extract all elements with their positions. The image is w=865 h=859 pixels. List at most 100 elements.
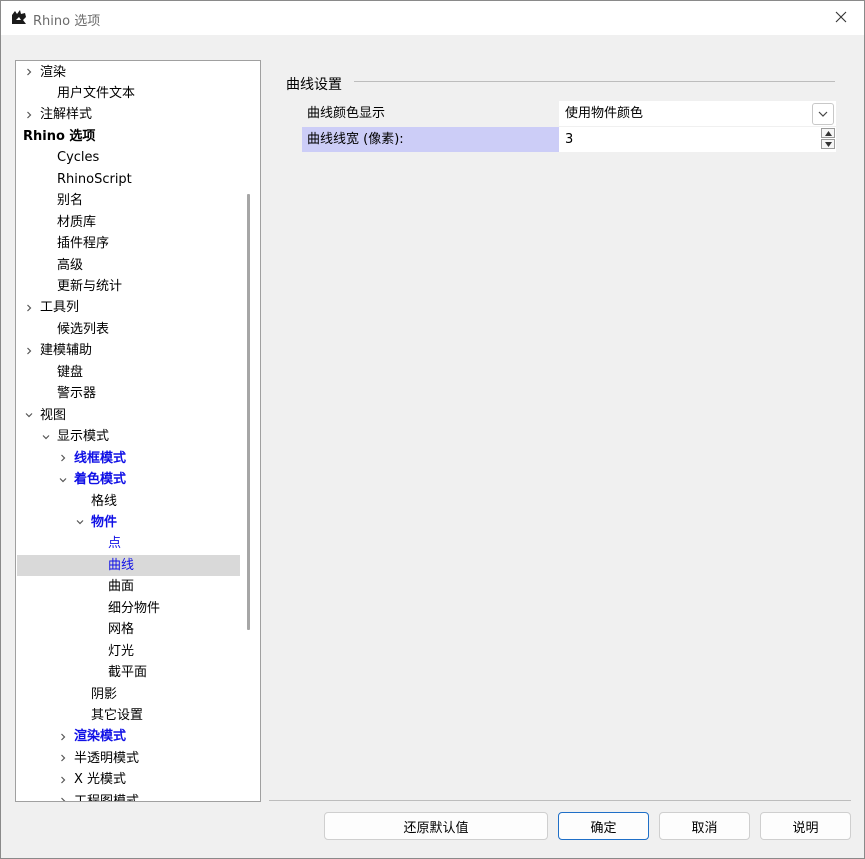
tree-item[interactable]: 视图 [17, 405, 240, 426]
tree-item-label: 材质库 [57, 214, 97, 230]
tree-item-label: 线框模式 [74, 450, 127, 466]
tree-item-label: 渲染 [40, 64, 67, 80]
chevron-right-icon[interactable] [57, 448, 69, 469]
tree-item-label: 注解样式 [40, 107, 93, 123]
tree-item[interactable]: 网格 [17, 619, 240, 640]
tree-item[interactable]: 半透明模式 [17, 748, 240, 769]
dropdown-button[interactable] [812, 103, 834, 125]
tree-item-label: 网格 [108, 622, 135, 638]
tree-item-label: 别名 [57, 193, 84, 209]
tree-item-label: RhinoScript [57, 171, 132, 187]
options-tree[interactable]: 渲染用户文件文本注解样式 Rhino 选项 Cycles RhinoScript 别名材… [15, 60, 261, 802]
triangle-down-icon [824, 141, 832, 147]
tree-item-label: 阴影 [91, 686, 118, 702]
tree-item[interactable]: 渲染 [17, 62, 240, 83]
tree-item[interactable]: 警示器 [17, 383, 240, 404]
spin-down-button[interactable] [821, 139, 835, 149]
tree-item-label: 格线 [91, 493, 118, 509]
tree-item-label: 其它设置 [91, 708, 144, 723]
tree-item-label: 曲面 [108, 579, 135, 595]
tree-item[interactable]: 别名 [17, 190, 240, 211]
tree-item-label: 截平面 [108, 665, 148, 681]
tree-item[interactable]: 其它设置 [17, 705, 240, 726]
tree-item-label: 工程图模式 [74, 793, 140, 802]
tree-item[interactable]: 曲线 [17, 554, 240, 576]
tree-item[interactable]: 候选列表 [17, 319, 240, 340]
tree-item[interactable]: 阴影 [17, 684, 240, 705]
help-button[interactable]: 说明 [760, 812, 851, 840]
chevron-right-icon[interactable] [57, 791, 69, 801]
tree-item-label: 细分物件 [108, 600, 161, 616]
triangle-up-icon [824, 130, 832, 136]
tree-item[interactable]: 细分物件 [17, 598, 240, 619]
chevron-down-icon[interactable] [23, 405, 35, 426]
tree-item[interactable]: 工具列 [17, 297, 240, 318]
tree-item[interactable]: 线框模式 [17, 448, 240, 469]
tree-item[interactable]: 注解样式 [17, 104, 240, 125]
ok-button[interactable]: 确定 [558, 812, 649, 840]
chevron-right-icon[interactable] [57, 748, 69, 769]
tree-item[interactable]: 格线 [17, 491, 240, 512]
tree-item[interactable]: 工程图模式 [17, 791, 240, 802]
curve-color-dropdown[interactable]: 使用物件颜色 [559, 101, 836, 126]
chevron-down-icon[interactable] [40, 426, 52, 447]
tree-item-label: 视图 [40, 407, 67, 423]
chevron-down-icon[interactable] [74, 512, 86, 533]
tree-item[interactable]: 材质库 [17, 212, 240, 233]
tree-item[interactable]: 渲染模式 [17, 726, 240, 747]
chevron-right-icon[interactable] [23, 340, 35, 361]
tree-item[interactable]: 更新与统计 [17, 276, 240, 297]
tree-item[interactable]: 显示模式 [17, 426, 240, 447]
curve-width-stepper[interactable]: 3 [559, 127, 836, 152]
tree-item[interactable]: 键盘 [17, 362, 240, 383]
tree-item[interactable]: RhinoScript [17, 169, 240, 190]
chevron-down-icon[interactable] [57, 469, 69, 490]
tree-item-label: 半透明模式 [74, 750, 140, 766]
tree-item[interactable]: 点 [17, 533, 240, 554]
tree-item[interactable]: 建模辅助 [17, 340, 240, 361]
tree-item-label: 点 [108, 536, 122, 552]
chevron-right-icon[interactable] [23, 104, 35, 125]
tree-item[interactable]: Rhino 选项 [17, 126, 240, 147]
tree-item-label: 着色模式 [74, 472, 127, 488]
tree-item[interactable]: 曲面 [17, 576, 240, 597]
tree-item-label: 工具列 [40, 300, 80, 316]
tree-item[interactable]: 物件 [17, 512, 240, 533]
chevron-right-icon[interactable] [23, 297, 35, 318]
chevron-right-icon[interactable] [23, 62, 35, 83]
curve-color-label: 曲线颜色显示 [307, 106, 386, 121]
tree-item-label: 用户文件文本 [57, 85, 136, 101]
cancel-button[interactable]: 取消 [659, 812, 750, 840]
chevron-right-icon[interactable] [57, 726, 69, 747]
curve-width-label: 曲线线宽 (像素): [302, 127, 559, 152]
tree-item-label: 物件 [91, 514, 118, 530]
tree-item-label: 插件程序 [57, 236, 110, 252]
tree-item-label: 显示模式 [57, 429, 110, 445]
tree-item[interactable]: 截平面 [17, 662, 240, 683]
footer-divider [269, 800, 851, 801]
tree-item[interactable]: 着色模式 [17, 469, 240, 490]
rhino-app-icon [10, 8, 28, 26]
tree-item-label: X 光模式 [74, 772, 127, 788]
curve-color-value: 使用物件颜色 [565, 106, 644, 121]
tree-item-label: 高级 [57, 257, 84, 273]
restore-defaults-button[interactable]: 还原默认值 [324, 812, 548, 840]
tree-item-label: Cycles [57, 150, 100, 166]
tree-item[interactable]: Cycles [17, 147, 240, 168]
window-title: Rhino 选项 [33, 14, 101, 29]
curve-width-value[interactable]: 3 [565, 127, 573, 152]
tree-item-label: 建模辅助 [40, 343, 93, 359]
close-button[interactable] [818, 1, 864, 33]
spin-up-button[interactable] [821, 128, 835, 138]
section-divider [354, 81, 835, 82]
spin-buttons[interactable] [821, 128, 835, 149]
chevron-right-icon[interactable] [57, 769, 69, 790]
tree-item[interactable]: 插件程序 [17, 233, 240, 254]
tree-scrollbar-thumb[interactable] [247, 194, 250, 630]
chevron-down-icon [818, 111, 828, 117]
tree-item[interactable]: 用户文件文本 [17, 83, 240, 104]
tree-item[interactable]: 灯光 [17, 641, 240, 662]
tree-item[interactable]: X 光模式 [17, 769, 240, 790]
tree-item-label: 灯光 [108, 643, 135, 659]
tree-item[interactable]: 高级 [17, 255, 240, 276]
